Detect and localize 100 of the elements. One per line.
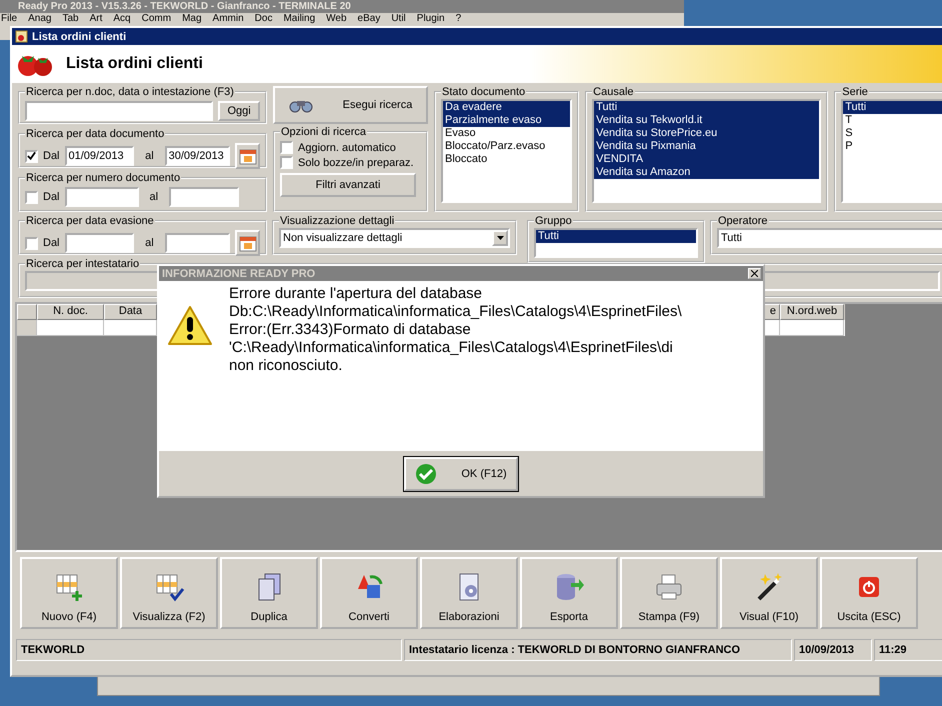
group-label: Ricerca per numero documento (25, 172, 182, 184)
column-header[interactable]: Data (104, 304, 157, 320)
checkbox[interactable] (25, 190, 38, 204)
toolbar-button[interactable]: Stampa (F9) (620, 557, 718, 629)
to-field[interactable] (169, 187, 240, 207)
group-label: Ricerca per data evasione (25, 215, 155, 227)
menu-item[interactable]: Comm (142, 13, 172, 26)
to-label: al (145, 150, 154, 162)
menu-item[interactable]: eBay (358, 13, 380, 26)
list-item[interactable]: T (843, 114, 942, 127)
operator-field[interactable]: Tutti (717, 228, 942, 248)
group-label: Gruppo (534, 215, 573, 227)
window-title: Ready Pro 2013 - V15.3.26 - TEKWORLD - Gianfranco - TERMINALE 20 (18, 0, 351, 13)
menu-item[interactable]: Plugin (416, 13, 445, 26)
checkbox[interactable] (25, 236, 38, 250)
error-message-line: 'C:\Ready\Informatica\informatica_Files\Catalogs\4\EsprinetFiles\di (229, 339, 674, 357)
list-item[interactable]: P (843, 140, 942, 153)
status-cell: 10/09/2013 (794, 639, 872, 661)
menu-item[interactable]: Ammin (212, 13, 244, 26)
group-label: Stato documento (441, 86, 526, 98)
window-heading: Lista ordini clienti (66, 55, 203, 73)
app-icon (15, 30, 28, 43)
toolbar-button[interactable]: Esporta (520, 557, 618, 629)
calendar-icon (238, 234, 257, 252)
list-item[interactable]: S (843, 127, 942, 140)
menu-item[interactable]: Mailing (283, 13, 316, 26)
calendar-button[interactable] (235, 143, 260, 169)
menu-item[interactable]: Util (391, 13, 406, 26)
menu-item[interactable]: File (1, 13, 18, 26)
status-cell: Intestatario licenza : TEKWORLD DI BONTORNO GIANFRANCO (404, 639, 792, 661)
menu-item[interactable]: ? (456, 13, 462, 26)
list-item[interactable]: Vendita su Tekworld.it (594, 114, 820, 127)
list-item[interactable]: Evaso (443, 127, 570, 140)
group-label: Causale (592, 86, 635, 98)
toolbar-button[interactable]: Visual (F10) (720, 557, 818, 629)
checkbox[interactable] (25, 150, 38, 162)
list-box[interactable]: Tutti T S P (841, 99, 942, 203)
status-cell: 11:29 (874, 639, 942, 661)
group-label: Serie (841, 86, 869, 98)
search-field[interactable] (25, 101, 214, 121)
toolbar-button[interactable]: Duplica (220, 557, 318, 629)
column-header[interactable]: N.ord.web (780, 304, 844, 320)
toolbar-button[interactable]: Converti (320, 557, 418, 629)
list-box[interactable]: Da evadere Parzialmente evaso Evaso Bloccato/Parz.evaso Bloccato (441, 99, 572, 203)
list-item[interactable]: Da evadere (443, 101, 570, 114)
menu-item[interactable]: Web (326, 13, 347, 26)
group-label: Ricerca per n.doc, data o intestazione (F3) (25, 86, 235, 98)
error-message-line: Errore durante l'apertura del database (229, 285, 484, 303)
checkbox-label: Aggiorn. automatico (298, 142, 396, 154)
to-label: al (145, 237, 154, 249)
checkbox[interactable] (280, 141, 293, 154)
menu-item[interactable]: Acq (113, 13, 131, 26)
group-label: Ricerca per data documento (25, 128, 166, 140)
caret-icon (496, 236, 504, 240)
menu-item[interactable]: Anag (28, 13, 52, 26)
toolbar-button[interactable]: Visualizza (F2) (120, 557, 218, 629)
to-field[interactable] (164, 233, 230, 253)
list-item[interactable]: Bloccato/Parz.evaso (443, 140, 570, 153)
table-cell (780, 320, 844, 336)
checkbox-label: Dal (43, 237, 60, 249)
details-dropdown[interactable]: Non visualizzare dettagli (279, 228, 510, 248)
group-label: Opzioni di ricerca (280, 126, 367, 138)
list-item[interactable]: Parzialmente evaso (443, 114, 570, 127)
ok-button[interactable]: OK (F12) (404, 456, 518, 490)
list-box[interactable]: Tutti Vendita su Tekworld.it Vendita su StorePrice.eu Vendita su Pixmania VENDITA Vendita su Amazon (592, 99, 822, 203)
to-field[interactable]: 30/09/2013 (164, 146, 230, 166)
menu-item[interactable]: Art (90, 13, 102, 26)
list-item[interactable]: Tutti (843, 101, 942, 114)
column-header[interactable]: N. doc. (37, 304, 104, 320)
calendar-icon (238, 147, 257, 165)
list-item[interactable]: Tutti (594, 101, 820, 114)
list-item[interactable]: Tutti (536, 230, 696, 243)
error-message-line: Db:C:\Ready\Informatica\informatica_Files\Catalogs\4\EsprinetFiles\ (229, 303, 682, 321)
list-item[interactable]: Vendita su Amazon (594, 166, 820, 179)
calendar-button[interactable] (235, 230, 260, 256)
toolbar-button[interactable]: Uscita (ESC) (820, 557, 918, 629)
from-field[interactable] (64, 187, 139, 207)
today-button[interactable]: Oggi (218, 101, 260, 121)
group-label: Operatore (717, 215, 769, 227)
checkbox[interactable] (280, 156, 293, 169)
list-item[interactable]: VENDITA (594, 153, 820, 166)
checkbox-label: Dal (43, 191, 60, 203)
group-label: Ricerca per intestatario (25, 258, 140, 270)
advanced-filters-button[interactable]: Filtri avanzati (280, 173, 416, 197)
window-title: Lista ordini clienti (32, 30, 126, 42)
menu-item[interactable]: Mag (182, 13, 202, 26)
list-item[interactable]: Vendita su StorePrice.eu (594, 127, 820, 140)
toolbar-button[interactable]: Nuovo (F4) (20, 557, 118, 629)
check-icon (415, 462, 438, 484)
from-field[interactable]: 01/09/2013 (64, 146, 134, 166)
from-field[interactable] (64, 233, 134, 253)
menu-item[interactable]: Tab (62, 13, 79, 26)
search-button[interactable]: Esegui ricerca (273, 86, 428, 124)
list-item[interactable]: Bloccato (443, 153, 570, 166)
dialog-title: INFORMAZIONE READY PRO (162, 268, 316, 280)
list-box[interactable]: Tutti (534, 228, 698, 258)
close-button[interactable] (748, 268, 761, 279)
list-item[interactable]: Vendita su Pixmania (594, 140, 820, 153)
menu-item[interactable]: Doc (254, 13, 272, 26)
toolbar-button[interactable]: Elaborazioni (420, 557, 518, 629)
